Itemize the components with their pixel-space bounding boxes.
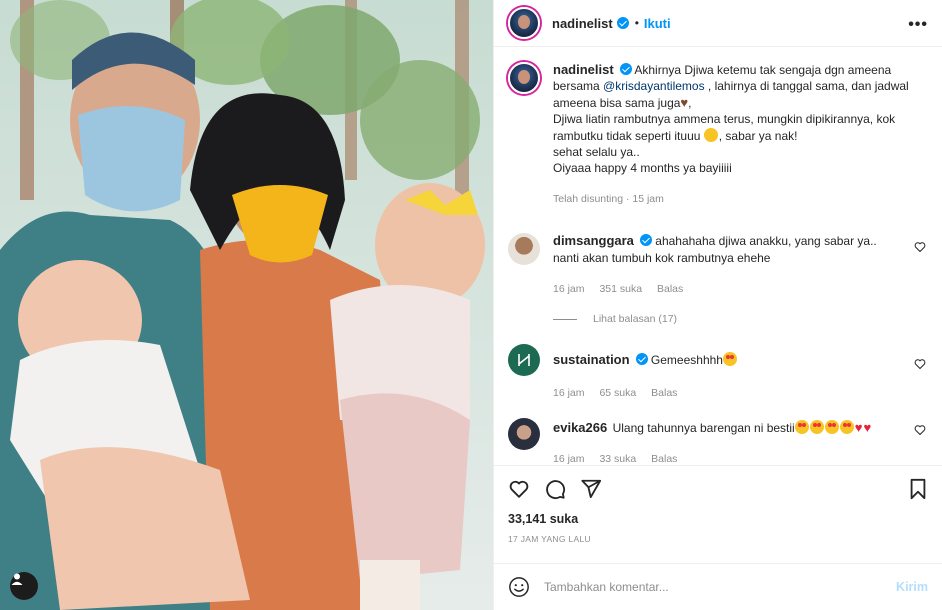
heart-icon[interactable] [508,478,530,500]
posted-time[interactable]: 17 JAM YANG LALU [508,534,928,544]
view-replies-label: Lihat balasan (17) [593,313,678,326]
photo-illustration [0,0,493,610]
comment-meta: 16 jam 351 suka Balas [553,281,900,297]
add-comment-bar: Kirim [494,563,942,610]
verified-badge-icon [616,17,629,29]
like-count[interactable]: 33,141 suka [508,512,928,526]
comment-time[interactable]: 16 jam [553,387,585,399]
post-photo[interactable] [0,0,493,610]
follow-button[interactable]: Ikuti [644,16,671,31]
verified-badge-icon [639,234,652,247]
mention-link[interactable]: @krisdayantilemos [603,79,705,93]
comment-time[interactable]: 16 jam [553,453,585,464]
reply-button[interactable]: Balas [651,453,677,464]
red-heart-emoji: ♥ [863,420,872,436]
comment-icon[interactable] [544,478,566,500]
comment-username[interactable]: sustaination [553,352,630,367]
send-comment-button[interactable]: Kirim [896,580,928,594]
red-heart-emoji: ♥ [854,420,863,436]
edited-label: Telah disunting · 15 jam [553,192,664,205]
caption-username[interactable]: nadinelist [553,62,614,77]
user-tag-button[interactable] [10,572,38,600]
heart-eyes-emoji [809,420,824,435]
heart-eyes-emoji [824,420,839,435]
separator-dot: • [634,16,639,30]
emoji-icon[interactable] [508,576,530,598]
comment-likes[interactable]: 351 suka [599,283,642,295]
post-actions: 33,141 suka 17 JAM YANG LALU [494,465,942,544]
caption: nadinelist Akhirnya Djiwa ketemu tak sen… [508,62,928,207]
heart-eyes-emoji [794,420,809,435]
brown-heart-emoji: ♥ [680,94,689,110]
author-avatar[interactable] [508,7,540,39]
comment-like-heart-icon[interactable] [914,358,926,370]
comment-username[interactable]: dimsanggara [553,233,634,248]
verified-badge-icon [619,63,632,75]
comment-username[interactable]: evika266 [553,420,607,435]
reply-button[interactable]: Balas [651,387,677,399]
comment-item: evika266 Ulang tahunnya barengan ni best… [508,418,928,464]
send-icon[interactable] [580,478,602,500]
action-icons [508,466,928,512]
replies-divider [553,318,577,320]
comment-time[interactable]: 16 jam [553,283,585,295]
caption-text: , sabar ya nak! [718,128,798,143]
comment-likes[interactable]: 65 suka [599,387,636,399]
heart-eyes-emoji [722,352,737,367]
post-details-panel: nadinelist • Ikuti ••• nadinelist Akhirn… [493,0,942,610]
caption-text: sehat selalu ya.. [553,145,640,160]
comment-input[interactable] [544,580,897,594]
caption-avatar[interactable] [508,62,540,94]
view-replies-button[interactable]: Lihat balasan (17) [553,313,928,325]
comment-like-heart-icon[interactable] [914,241,926,253]
commenter-avatar[interactable] [508,418,540,451]
user-tag-icon [11,573,23,585]
post-header: nadinelist • Ikuti ••• [494,0,942,47]
bookmark-icon[interactable] [908,478,928,500]
comment-item: sustaination Gemeeshhhh 16 jam 65 suka B… [508,344,928,401]
more-options-icon[interactable]: ••• [908,16,928,34]
author-username[interactable]: nadinelist [552,16,613,31]
commenter-avatar[interactable] [508,344,540,377]
commenter-avatar[interactable] [508,233,540,266]
comment-meta: 16 jam 65 suka Balas [553,385,900,401]
comment-like-heart-icon[interactable] [914,424,926,436]
reply-button[interactable]: Balas [657,283,683,295]
comment-text: Ulang tahunnya barengan ni bestii [612,421,795,436]
comment-meta: 16 jam 33 suka Balas [553,451,900,464]
caption-text: Oiyaaa happy 4 months ya bayiiiii [553,161,732,176]
sustaination-logo-icon [518,354,530,367]
verified-badge-icon [635,353,648,366]
comments-section[interactable]: nadinelist Akhirnya Djiwa ketemu tak sen… [494,48,942,464]
comment-item: dimsanggara ahahahaha djiwa anakku, yang… [508,233,928,297]
comment-likes[interactable]: 33 suka [599,453,636,464]
sweat-smile-emoji [703,127,718,142]
heart-eyes-emoji [839,420,854,435]
comment-text: Gemeeshhhh [650,353,723,368]
